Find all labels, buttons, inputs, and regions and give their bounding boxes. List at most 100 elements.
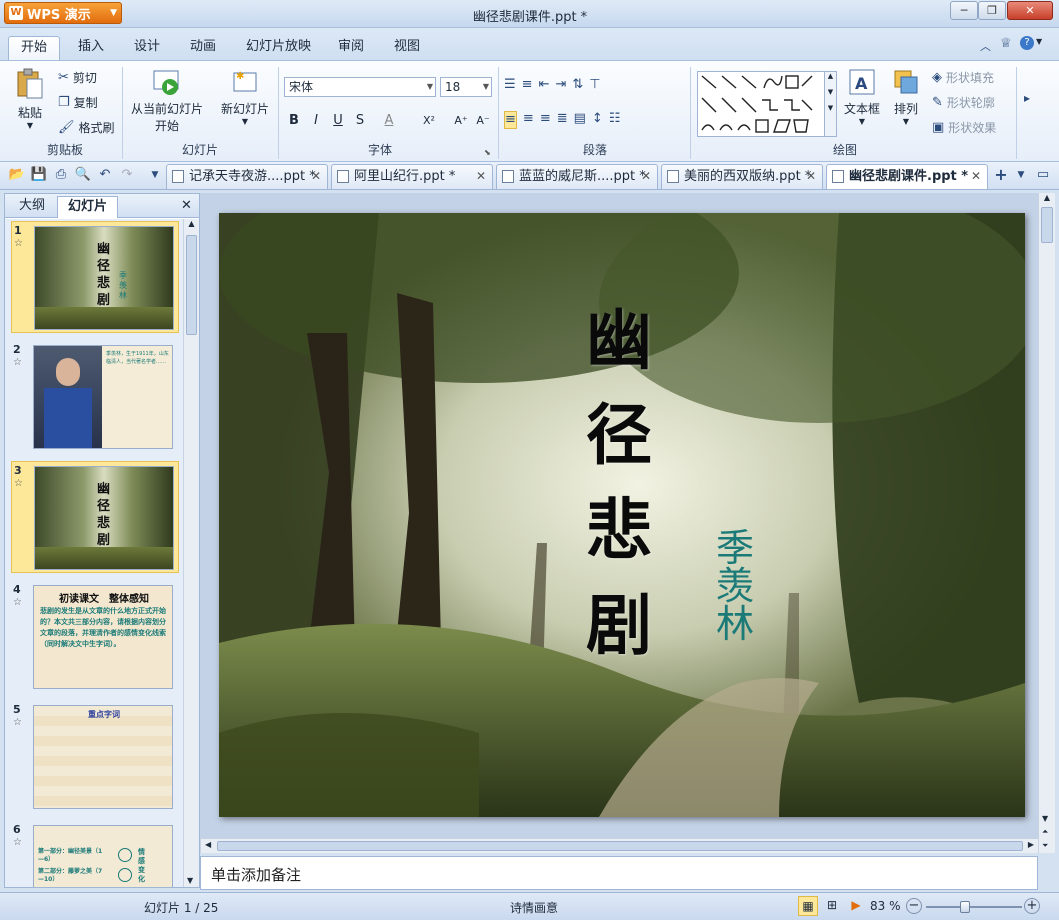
distribute-icon[interactable]: ▤ [574, 111, 586, 129]
zoom-in-icon[interactable]: + [1024, 898, 1040, 914]
doc-tab-4[interactable]: 美丽的西双版纳.ppt * ✕ [661, 164, 823, 189]
play-from-current-button[interactable]: 从当前幻灯片 开始 [128, 67, 206, 134]
current-slide[interactable]: 幽 径 悲 剧 季 羡 林 [219, 213, 1025, 817]
shape-outline-button[interactable]: ✎ 形状轮廓 [932, 94, 995, 111]
print-preview-icon[interactable]: 🔍 [74, 165, 92, 185]
paste-button[interactable]: 粘贴 ▼ [8, 67, 52, 145]
strikethrough-button[interactable]: S [351, 111, 369, 131]
font-color-button[interactable]: A [380, 111, 398, 131]
dialog-launcher-icon[interactable]: ⬊ [484, 148, 491, 157]
superscript-button[interactable]: X² [420, 111, 438, 131]
columns-icon[interactable]: ☷ [609, 111, 621, 129]
tab-home[interactable]: 开始 [8, 36, 61, 60]
gallery-scroll[interactable]: ▲ ▼ ▼ [824, 72, 836, 136]
align-center-icon[interactable]: ≡ [523, 111, 534, 129]
close-button[interactable]: ✕ [1007, 1, 1053, 20]
normal-view-icon[interactable]: ▦ [798, 896, 818, 916]
font-size-combo[interactable]: 18 ▼ [440, 77, 492, 97]
more-icon[interactable]: ▸ [1024, 91, 1030, 105]
scroll-left-icon[interactable]: ◀ [205, 840, 211, 849]
tab-view[interactable]: 视图 [382, 36, 432, 60]
tab-list-icon[interactable]: ▼ [1012, 165, 1030, 185]
next-slide-icon[interactable]: ⏷ [1042, 841, 1048, 851]
redo-icon[interactable]: ↷ [118, 165, 136, 185]
textbox-button[interactable]: A 文本框 ▼ [842, 67, 882, 126]
tab-review[interactable]: 审阅 [326, 36, 376, 60]
tab-slideshow[interactable]: 幻灯片放映 [234, 36, 323, 60]
slide-thumbnail[interactable]: 4 ☆ 初读课文 整体感知 悲剧的发生是从文章的什么地方正式开始的？本文共三部分… [11, 581, 179, 693]
zoom-slider-thumb[interactable] [959, 901, 970, 913]
arrange-button[interactable]: 排列 ▼ [888, 67, 924, 126]
scroll-thumb[interactable] [1041, 207, 1053, 243]
numbering-icon[interactable]: ≡ [522, 77, 533, 93]
shape-gallery[interactable]: ▲ ▼ ▼ [697, 71, 837, 137]
slide-title[interactable]: 幽 径 悲 剧 [579, 293, 659, 673]
shape-fill-button[interactable]: ◈ 形状填充 [932, 69, 994, 86]
line-spacing-icon[interactable]: ↕ [592, 111, 603, 129]
previous-slide-icon[interactable]: ⏶ [1042, 827, 1048, 837]
minimize-button[interactable]: ─ [950, 1, 978, 20]
zoom-out-icon[interactable]: − [906, 898, 922, 914]
underline-button[interactable]: U [329, 111, 347, 131]
text-direction-icon[interactable]: ⇅ [572, 77, 583, 93]
font-name-combo[interactable]: 宋体 ▼ [284, 77, 436, 97]
tab-design[interactable]: 设计 [122, 36, 172, 60]
format-painter-button[interactable]: 🖌 格式刷 [58, 119, 115, 136]
scroll-up-icon[interactable]: ▲ [1039, 193, 1055, 202]
justify-icon[interactable]: ≣ [557, 111, 568, 129]
wps-menu-button[interactable]: W WPS 演示 ▼ [4, 2, 122, 24]
close-icon[interactable]: ✕ [476, 165, 486, 188]
tab-insert[interactable]: 插入 [66, 36, 116, 60]
italic-button[interactable]: I [307, 111, 325, 131]
close-icon[interactable]: ✕ [806, 165, 816, 188]
skin-icon[interactable]: ♕ [1000, 36, 1012, 51]
undo-icon[interactable]: ↶ [96, 165, 114, 185]
notes-pane[interactable]: 单击添加备注 [200, 856, 1038, 890]
print-icon[interactable]: ⎙ [52, 165, 70, 185]
customize-icon[interactable]: ▼ [146, 165, 164, 185]
close-icon[interactable]: ✕ [311, 165, 321, 188]
help-icon[interactable]: ? [1020, 36, 1034, 50]
slide-author[interactable]: 季 羡 林 [713, 529, 757, 643]
decrease-indent-icon[interactable]: ⇤ [539, 77, 550, 93]
tab-slides[interactable]: 幻灯片 [57, 196, 119, 218]
slide-horizontal-scrollbar[interactable]: ◀ ▶ [200, 838, 1038, 853]
doc-tab-2[interactable]: 阿里山纪行.ppt * ✕ [331, 164, 493, 189]
scroll-down-icon[interactable]: ▼ [1042, 814, 1048, 823]
tab-animation[interactable]: 动画 [178, 36, 228, 60]
align-right-icon[interactable]: ≡ [540, 111, 551, 129]
restore-button[interactable]: ❐ [978, 1, 1006, 20]
collapse-ribbon-icon[interactable]: ︿ [980, 38, 991, 54]
copy-button[interactable]: ❐ 复制 [58, 94, 98, 111]
slide-thumbnail[interactable]: 6 ☆ 第一部分：幽径美景（1—6） 第二部分：藤萝之美（7—10） 情感变化 [11, 821, 179, 887]
close-icon[interactable]: ✕ [181, 198, 192, 213]
new-tab-icon[interactable]: + [992, 165, 1010, 185]
chevron-down-icon[interactable]: ▼ [1036, 37, 1042, 46]
scroll-down-icon[interactable]: ▼ [187, 876, 193, 885]
tab-outline[interactable]: 大纲 [9, 196, 55, 218]
doc-tab-3[interactable]: 蓝蓝的威尼斯....ppt * ✕ [496, 164, 658, 189]
close-icon[interactable]: ✕ [641, 165, 651, 188]
doc-tab-5[interactable]: 幽径悲剧课件.ppt * ✕ [826, 164, 988, 189]
close-icon[interactable]: ✕ [971, 165, 981, 188]
scroll-thumb[interactable] [217, 841, 1023, 851]
window-layout-icon[interactable]: ▭ [1034, 165, 1052, 185]
slideshow-icon[interactable]: ▶ [846, 896, 866, 916]
slide-thumbnail[interactable]: 3 ☆ 幽径悲剧 [11, 461, 179, 573]
zoom-slider[interactable] [926, 901, 1022, 913]
slide-thumbnail[interactable]: 1 ☆ 幽径悲剧 季羡林 [11, 221, 179, 333]
scroll-right-icon[interactable]: ▶ [1028, 840, 1034, 849]
grow-font-button[interactable]: A⁺ [452, 111, 470, 131]
slide-vertical-scrollbar[interactable]: ▲ ▼ ⏶ ⏷ [1038, 193, 1055, 853]
scroll-up-icon[interactable]: ▲ [184, 219, 199, 228]
open-icon[interactable]: 📂 [8, 165, 26, 185]
slide-thumbnail[interactable]: 2 ☆ 季羡林，生于1911年，山东临清人，当代著名学者…… [11, 341, 179, 453]
shape-effect-button[interactable]: ▣ 形状效果 [932, 119, 996, 136]
cut-button[interactable]: ✂ 剪切 [58, 69, 97, 86]
doc-tab-1[interactable]: 记承天寺夜游....ppt * ✕ [166, 164, 328, 189]
slide-sorter-icon[interactable]: ⊞ [822, 896, 842, 916]
bullets-icon[interactable]: ☰ [504, 77, 516, 93]
shrink-font-button[interactable]: A⁻ [474, 111, 492, 131]
new-slide-button[interactable]: ✱ 新幻灯片 ▼ [216, 67, 274, 126]
align-left-icon[interactable]: ≡ [504, 111, 517, 129]
